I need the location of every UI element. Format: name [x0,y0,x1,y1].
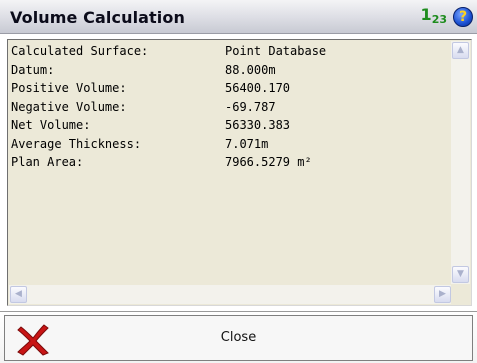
help-icon[interactable]: ? [453,7,473,27]
report-text[interactable]: Calculated Surface: Point Database Datum… [10,42,451,283]
report-value: Point Database [225,44,327,58]
report-label: Average Thickness: [11,136,142,151]
report-panel: Calculated Surface: Point Database Datum… [7,39,472,306]
scroll-right-button[interactable]: ▶ [434,286,451,303]
report-label: Datum: [11,62,55,77]
report-label: Negative Volume: [11,99,127,114]
report-row: Datum: 88.000m [10,61,451,80]
report-value: 56330.383 [225,118,291,132]
footer-bar: Close [0,311,477,363]
report-label: Net Volume: [11,118,91,132]
report-label: Calculated Surface: [11,44,149,58]
window-title: Volume Calculation [10,8,185,27]
chevron-left-icon: ◀ [15,289,22,299]
report-label: Positive Volume: [11,81,127,95]
report-value: 7.071m [225,136,269,151]
report-row: Calculated Surface: Point Database [10,42,451,61]
title-bar: Volume Calculation 123 ? [0,0,477,34]
chevron-up-icon: ▲ [457,45,464,55]
report-value: 56400.170 [225,81,291,95]
scroll-up-button[interactable]: ▲ [452,42,469,59]
report-row: Net Volume: 56330.383 [10,116,451,135]
report-value: 88.000m [225,62,276,77]
numeric-keypad-icon[interactable]: 123 [421,6,447,29]
horizontal-scrollbar[interactable]: ◀ ▶ [9,285,452,304]
chevron-down-icon: ▼ [457,269,464,279]
report-label: Plan Area: [11,155,84,169]
report-row: Average Thickness: 7.071m [10,135,451,154]
chevron-right-icon: ▶ [439,289,446,299]
vertical-scrollbar[interactable]: ▲ ▼ [451,41,470,284]
close-button[interactable]: Close [4,315,473,361]
report-value: -69.787 [225,99,276,114]
scroll-left-button[interactable]: ◀ [10,286,27,303]
close-button-label: Close [220,330,257,345]
report-row: Plan Area: 7966.5279 m² [10,153,451,172]
scroll-down-button[interactable]: ▼ [452,266,469,283]
keypad-icon-digit: 1 [420,5,432,24]
scrollbar-corner [451,285,470,304]
report-value: 7966.5279 m² [225,155,312,169]
keypad-icon-digits: 23 [431,13,447,26]
report-row: Negative Volume: -69.787 [10,98,451,117]
report-row: Positive Volume: 56400.170 [10,79,451,98]
